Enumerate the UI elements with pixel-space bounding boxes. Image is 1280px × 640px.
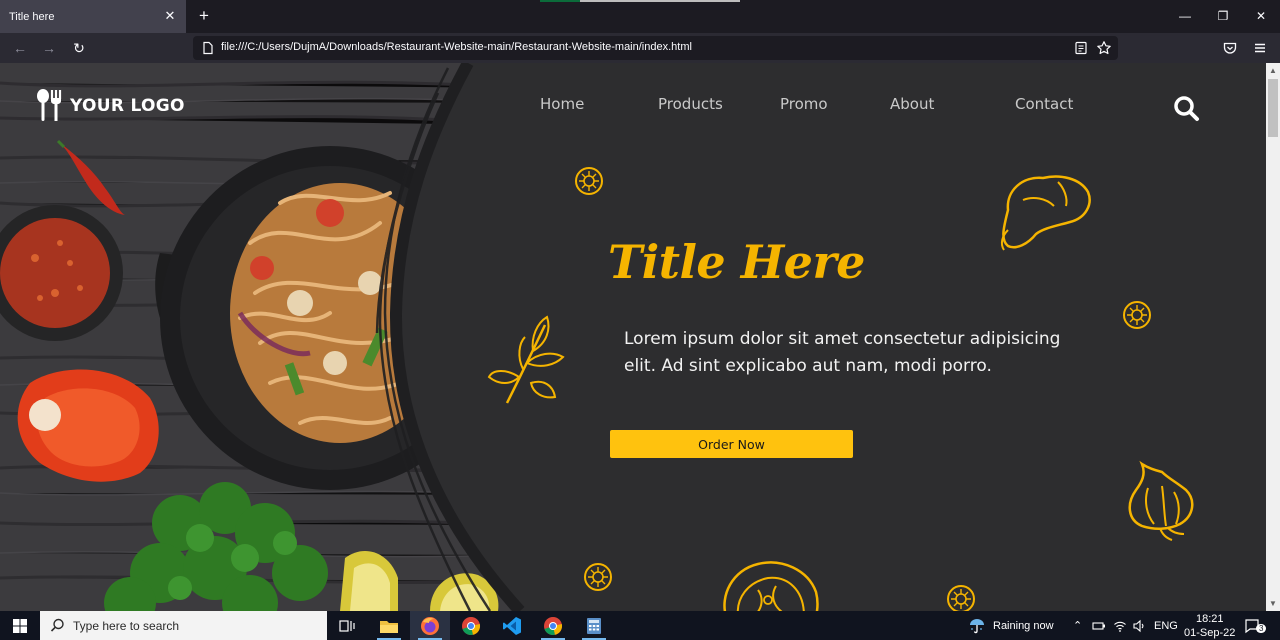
url-bar[interactable]: file:///C:/Users/DujmA/Downloads/Restaur…	[193, 36, 1118, 60]
hero-food-image	[0, 63, 525, 611]
vscode-button[interactable]	[492, 611, 532, 640]
forward-button[interactable]: →	[39, 38, 59, 58]
bell-pepper-doodle-icon	[1000, 175, 1091, 251]
browser-tab[interactable]: Title here ✕	[0, 0, 186, 33]
file-explorer-button[interactable]	[369, 611, 409, 640]
fork-spoon-logo-icon	[37, 89, 62, 121]
tab-accent-line-2	[580, 0, 740, 2]
search-icon[interactable]	[1172, 94, 1200, 122]
chrome-alt-icon	[544, 616, 563, 635]
nav-contact[interactable]: Contact	[1015, 95, 1073, 113]
calculator-button[interactable]	[574, 611, 614, 640]
tab-close-icon[interactable]: ✕	[163, 9, 177, 23]
clock-time[interactable]: 18:21	[1196, 613, 1224, 625]
reload-button[interactable]: ↻	[69, 38, 89, 58]
file-explorer-icon	[380, 620, 398, 633]
taskbar-search-icon	[50, 618, 64, 632]
sliced-vegetable-doodle-icon	[723, 561, 819, 611]
close-window-button[interactable]: ✕	[1247, 6, 1275, 26]
onion-doodle-icon	[1128, 460, 1194, 541]
back-button[interactable]: ←	[10, 38, 30, 58]
volume-icon[interactable]	[1132, 619, 1146, 633]
pocket-icon[interactable]	[1222, 40, 1238, 56]
hero-title: Title Here	[608, 235, 865, 289]
tomato-slice-doodle-icon	[575, 167, 603, 195]
chrome-alt-button[interactable]	[533, 611, 573, 640]
weather-text[interactable]: Raining now	[993, 620, 1054, 632]
new-tab-button[interactable]: +	[194, 6, 214, 26]
nav-products[interactable]: Products	[658, 95, 723, 113]
logo-text: YOUR LOGO	[70, 96, 185, 116]
nav-promo[interactable]: Promo	[780, 95, 828, 113]
task-view-button[interactable]	[327, 611, 367, 640]
task-view-icon	[339, 619, 355, 632]
battery-icon[interactable]	[1092, 619, 1106, 633]
tomato-slice-doodle-icon-3	[584, 563, 612, 591]
input-language[interactable]: ENG	[1154, 620, 1178, 632]
minimize-button[interactable]: —	[1171, 6, 1199, 26]
restore-button[interactable]: ❐	[1209, 6, 1237, 26]
chrome-button[interactable]	[451, 611, 491, 640]
wifi-icon[interactable]	[1113, 619, 1127, 633]
nav-about[interactable]: About	[890, 95, 934, 113]
browser-nav-bar: ← → ↻ file:///C:/Users/DujmA/Downloads/R…	[0, 33, 1280, 63]
order-now-button[interactable]: Order Now	[610, 430, 853, 458]
reader-view-icon[interactable]	[1073, 40, 1089, 56]
tomato-slice-doodle-icon-4	[947, 585, 975, 611]
taskbar-search-box[interactable]: Type here to search	[40, 611, 327, 640]
scrollbar-thumb[interactable]	[1268, 79, 1278, 137]
calculator-icon	[587, 617, 601, 634]
page-viewport: YOUR LOGO Home Products Promo About Cont…	[0, 63, 1266, 611]
nav-home[interactable]: Home	[540, 95, 584, 113]
tab-accent-line	[540, 0, 580, 2]
weather-umbrella-icon[interactable]	[968, 617, 986, 635]
hero-description: Lorem ipsum dolor sit amet consectetur a…	[624, 329, 1061, 376]
browser-tab-bar: Title here ✕ + — ❐ ✕	[0, 0, 1280, 33]
notification-count-badge: 3	[1256, 624, 1267, 633]
windows-start-icon[interactable]	[0, 611, 40, 640]
tray-chevron-up-icon[interactable]: ⌃	[1073, 619, 1082, 632]
tab-title: Title here	[9, 10, 55, 23]
scroll-up-arrow-icon[interactable]: ▲	[1269, 67, 1277, 75]
windows-taskbar: Type here to search Raining now ⌃ ENG 18…	[0, 611, 1280, 640]
firefox-icon	[421, 616, 439, 635]
parsley-doodle-icon	[487, 315, 565, 404]
vscode-icon	[503, 616, 521, 635]
chrome-icon	[462, 616, 481, 635]
taskbar-search-placeholder: Type here to search	[73, 618, 180, 633]
page-scrollbar[interactable]: ▲ ▼	[1266, 63, 1280, 611]
scroll-down-arrow-icon[interactable]: ▼	[1269, 600, 1277, 608]
menu-hamburger-icon[interactable]	[1252, 40, 1268, 56]
tomato-slice-doodle-icon-2	[1123, 301, 1151, 329]
bookmark-star-icon[interactable]	[1096, 40, 1112, 56]
url-text[interactable]: file:///C:/Users/DujmA/Downloads/Restaur…	[221, 41, 692, 53]
clock-date[interactable]: 01-Sep-22	[1184, 627, 1235, 639]
firefox-button[interactable]	[410, 611, 450, 640]
page-icon	[203, 41, 213, 55]
site-logo[interactable]: YOUR LOGO	[34, 89, 185, 123]
